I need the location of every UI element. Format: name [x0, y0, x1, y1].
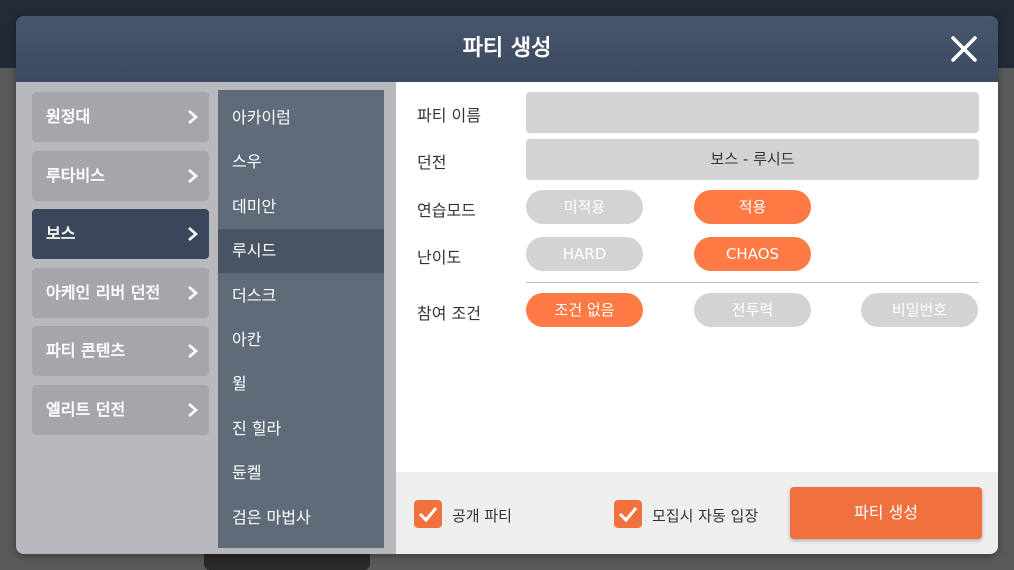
boss-item-black-mage[interactable]: 검은 마법사 — [218, 496, 384, 540]
public-party-label: 공개 파티 — [452, 507, 512, 525]
chevron-right-icon — [188, 403, 198, 417]
auto-join-label: 모집시 자동 입장 — [652, 507, 759, 525]
category-label: 엘리트 던전 — [46, 400, 126, 419]
practice-on-button[interactable]: 적용 — [694, 190, 811, 224]
difficulty-label: 난이도 — [417, 248, 462, 267]
boss-item-damien[interactable]: 데미안 — [218, 185, 384, 229]
boss-item-lucid[interactable]: 루시드 — [218, 229, 384, 273]
create-party-button[interactable]: 파티 생성 — [790, 487, 982, 539]
boss-item-swoo[interactable]: 스우 — [218, 140, 384, 184]
difficulty-chaos-button[interactable]: CHAOS — [694, 237, 811, 271]
category-party-content[interactable]: 파티 콘텐츠 — [32, 326, 209, 376]
condition-none-button[interactable]: 조건 없음 — [526, 293, 643, 327]
condition-password-button[interactable]: 비밀번호 — [861, 293, 978, 327]
category-boss[interactable]: 보스 — [32, 209, 209, 259]
category-elite-dungeon[interactable]: 엘리트 던전 — [32, 385, 209, 435]
boss-item-dusk[interactable]: 더스크 — [218, 274, 384, 318]
form-divider — [526, 282, 979, 283]
party-name-label: 파티 이름 — [417, 106, 481, 125]
close-icon — [951, 36, 977, 62]
dialog-title: 파티 생성 — [462, 36, 552, 61]
join-condition-label: 참여 조건 — [417, 304, 481, 323]
boss-list: 아카이럼 스우 데미안 루시드 더스크 아칸 윌 진 힐라 듄켈 검은 마법사 — [218, 90, 384, 548]
category-label: 보스 — [46, 224, 76, 243]
dialog-header: 파티 생성 — [16, 16, 998, 82]
boss-item-will[interactable]: 윌 — [218, 362, 384, 406]
boss-item-dunkel[interactable]: 듄켈 — [218, 451, 384, 495]
category-label: 원정대 — [46, 107, 91, 126]
dungeon-field: 보스 - 루시드 — [526, 139, 979, 180]
practice-off-button[interactable]: 미적용 — [526, 190, 643, 224]
chevron-right-icon — [188, 286, 198, 300]
category-lutabis[interactable]: 루타비스 — [32, 151, 209, 201]
checkmark-icon — [418, 507, 438, 523]
chevron-right-icon — [188, 110, 198, 124]
boss-item-verus-hilla[interactable]: 진 힐라 — [218, 407, 384, 451]
party-name-input[interactable] — [526, 92, 979, 133]
chevron-right-icon — [188, 169, 198, 183]
party-create-dialog: 파티 생성 원정대 루타비스 보스 아케인 리버 던전 파티 콘텐츠 엘리트 던… — [16, 16, 998, 554]
category-panel: 원정대 루타비스 보스 아케인 리버 던전 파티 콘텐츠 엘리트 던전 — [16, 82, 218, 554]
category-label: 아케인 리버 던전 — [46, 283, 161, 302]
difficulty-hard-button[interactable]: HARD — [526, 237, 643, 271]
category-expedition[interactable]: 원정대 — [32, 92, 209, 142]
party-form: 파티 이름 던전 보스 - 루시드 연습모드 미적용 적용 난이도 HARD C… — [396, 82, 998, 472]
public-party-checkbox[interactable] — [414, 500, 442, 528]
boss-item-akan[interactable]: 아칸 — [218, 318, 384, 362]
condition-combat-power-button[interactable]: 전투력 — [694, 293, 811, 327]
dialog-footer: 공개 파티 모집시 자동 입장 파티 생성 — [396, 472, 998, 554]
chevron-right-icon — [188, 344, 198, 358]
boss-item-akairum[interactable]: 아카이럼 — [218, 96, 384, 140]
dungeon-label: 던전 — [417, 153, 447, 172]
category-label: 파티 콘텐츠 — [46, 341, 126, 360]
checkmark-icon — [618, 507, 638, 523]
practice-mode-label: 연습모드 — [417, 201, 476, 220]
close-button[interactable] — [948, 33, 980, 65]
auto-join-checkbox[interactable] — [614, 500, 642, 528]
category-arcane-river[interactable]: 아케인 리버 던전 — [32, 268, 209, 318]
category-label: 루타비스 — [46, 166, 105, 185]
chevron-right-icon — [188, 227, 198, 241]
